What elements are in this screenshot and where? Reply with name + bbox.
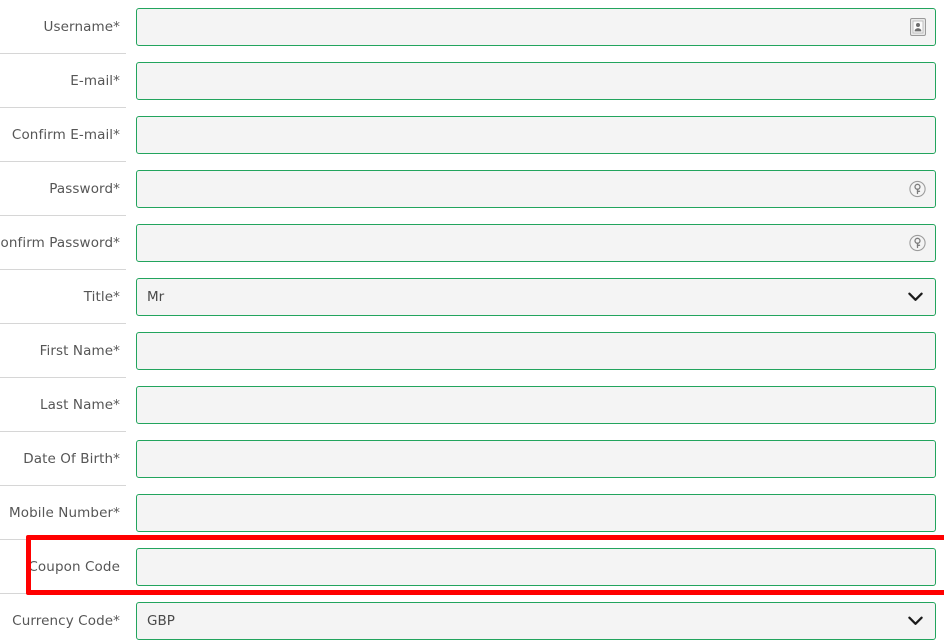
form-row-first-name: First Name* — [0, 324, 944, 378]
input-email[interactable] — [136, 62, 936, 100]
field-cell-mobile-number — [136, 494, 936, 532]
label-cell-email: E-mail* — [0, 54, 126, 108]
chevron-down-icon — [908, 616, 923, 627]
contact-card-icon[interactable] — [910, 18, 926, 36]
field-value-currency-code: GBP — [147, 613, 175, 629]
field-label-coupon-code: Coupon Code — [28, 558, 120, 575]
field-cell-date-of-birth — [136, 440, 936, 478]
label-cell-username: Username* — [0, 0, 126, 54]
field-cell-password — [136, 170, 936, 208]
field-cell-title: Mr — [136, 278, 936, 316]
input-confirm-password[interactable] — [136, 224, 936, 262]
input-date-of-birth[interactable] — [136, 440, 936, 478]
field-label-title: Title* — [83, 288, 120, 305]
field-label-email: E-mail* — [70, 72, 120, 89]
field-value-title: Mr — [147, 289, 165, 305]
label-cell-mobile-number: Mobile Number* — [0, 486, 126, 540]
form-row-confirm-password: Confirm Password* — [0, 216, 944, 270]
field-label-date-of-birth: Date Of Birth* — [23, 450, 120, 467]
input-username[interactable] — [136, 8, 936, 46]
chevron-down-icon — [908, 292, 923, 303]
field-cell-confirm-email — [136, 116, 936, 154]
form-row-confirm-email: Confirm E-mail* — [0, 108, 944, 162]
field-label-confirm-password: Confirm Password* — [0, 234, 120, 251]
input-last-name[interactable] — [136, 386, 936, 424]
form-row-username: Username* — [0, 0, 944, 54]
field-cell-username — [136, 8, 936, 46]
form-row-currency-code: Currency Code* GBP — [0, 594, 944, 641]
label-cell-coupon-code: Coupon Code — [0, 540, 126, 594]
field-label-currency-code: Currency Code* — [12, 612, 120, 629]
field-cell-email — [136, 62, 936, 100]
input-coupon-code[interactable] — [136, 548, 936, 586]
label-cell-currency-code: Currency Code* — [0, 594, 126, 641]
label-cell-title: Title* — [0, 270, 126, 324]
field-label-confirm-email: Confirm E-mail* — [11, 126, 120, 143]
form-row-password: Password* — [0, 162, 944, 216]
field-label-last-name: Last Name* — [40, 396, 120, 413]
field-label-mobile-number: Mobile Number* — [9, 504, 120, 521]
field-label-username: Username* — [43, 18, 120, 35]
field-label-first-name: First Name* — [39, 342, 120, 359]
form-row-email: E-mail* — [0, 54, 944, 108]
input-password[interactable] — [136, 170, 936, 208]
form-row-date-of-birth: Date Of Birth* — [0, 432, 944, 486]
form-row-coupon-code: Coupon Code — [0, 540, 944, 594]
label-cell-password: Password* — [0, 162, 126, 216]
key-icon[interactable] — [909, 234, 926, 252]
label-cell-first-name: First Name* — [0, 324, 126, 378]
form-row-last-name: Last Name* — [0, 378, 944, 432]
field-cell-last-name — [136, 386, 936, 424]
key-icon[interactable] — [909, 180, 926, 198]
select-currency-code[interactable]: GBP — [136, 602, 936, 640]
label-cell-date-of-birth: Date Of Birth* — [0, 432, 126, 486]
form-row-mobile-number: Mobile Number* — [0, 486, 944, 540]
input-first-name[interactable] — [136, 332, 936, 370]
select-title[interactable]: Mr — [136, 278, 936, 316]
registration-form: Username* E-mail* Confirm E-mail* Password*… — [0, 0, 944, 641]
field-cell-first-name — [136, 332, 936, 370]
label-cell-confirm-password: Confirm Password* — [0, 216, 126, 270]
label-cell-confirm-email: Confirm E-mail* — [0, 108, 126, 162]
field-label-password: Password* — [49, 180, 120, 197]
field-cell-confirm-password — [136, 224, 936, 262]
field-cell-coupon-code — [136, 548, 936, 586]
form-row-title: Title* Mr — [0, 270, 944, 324]
input-confirm-email[interactable] — [136, 116, 936, 154]
label-cell-last-name: Last Name* — [0, 378, 126, 432]
input-mobile-number[interactable] — [136, 494, 936, 532]
field-cell-currency-code: GBP — [136, 602, 936, 640]
